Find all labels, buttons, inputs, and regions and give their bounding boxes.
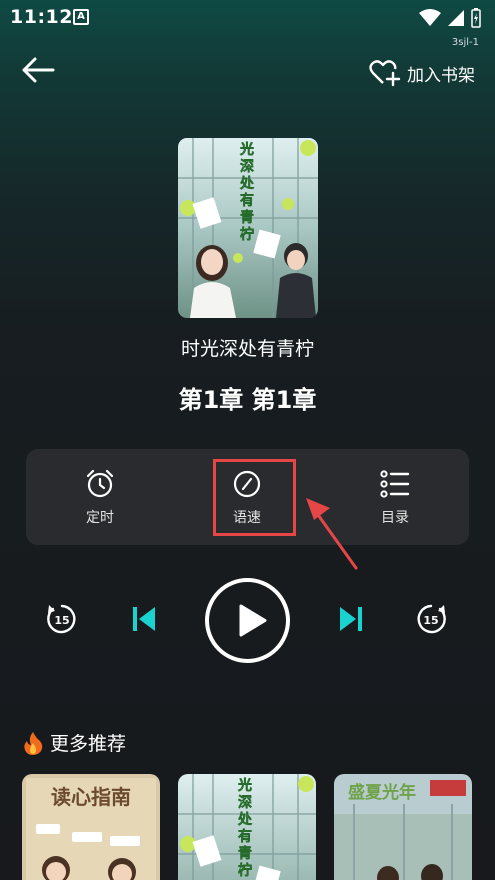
rewind-15-button[interactable]: 15 [45, 601, 79, 637]
add-to-shelf-label: 加入书架 [407, 65, 475, 86]
skip-next-icon [340, 607, 362, 631]
thumb2-title: 光深处有青柠 [238, 778, 253, 880]
back-button[interactable] [20, 54, 56, 86]
recommend-title: 更多推荐 [50, 733, 127, 755]
rewind-amount: 15 [54, 614, 69, 627]
recommend-header: 更多推荐 [22, 729, 126, 756]
arrow-left-icon [22, 57, 55, 83]
book-cover-3: 盛夏光年 [334, 774, 472, 880]
add-to-shelf-button[interactable]: 加入书架 [369, 58, 475, 88]
battery-icon [471, 8, 481, 28]
next-chapter-button[interactable] [338, 605, 364, 633]
chapter-title: 第1章 第1章 [178, 386, 317, 414]
speed-highlight-box [213, 459, 296, 536]
timer-button[interactable]: 定时 [40, 449, 160, 545]
play-icon [239, 604, 267, 637]
play-button[interactable] [205, 578, 290, 663]
book-cover-1: 读心指南 [22, 774, 160, 880]
thumb3-title: 盛夏光年 [348, 782, 416, 803]
fire-icon [24, 731, 43, 755]
cover-title-text: 光深处有青柠 [240, 142, 255, 244]
forward-15-button[interactable]: 15 [414, 601, 448, 637]
wifi-icon [419, 9, 441, 26]
recommend-book-1[interactable]: 读心指南 [22, 774, 160, 880]
annotation-arrow-icon [306, 498, 358, 570]
thumb1-title: 读心指南 [51, 785, 131, 809]
list-icon [380, 470, 410, 498]
notification-icon: A [73, 9, 89, 25]
carrier-label: 3sjl-1 [451, 37, 479, 48]
forward-15-icon: 15 [417, 604, 446, 634]
timer-label: 定时 [86, 510, 114, 526]
previous-chapter-button[interactable] [131, 605, 157, 633]
forward-amount: 15 [423, 614, 438, 627]
book-cover: 光深处有青柠 [178, 138, 318, 318]
toc-label: 目录 [381, 510, 409, 526]
signal-icon [448, 10, 464, 26]
alarm-clock-icon [86, 469, 114, 498]
recommend-book-2[interactable]: 光深处有青柠 [178, 774, 316, 880]
status-time: 11:12 [10, 6, 73, 28]
skip-previous-icon [133, 607, 155, 631]
recommend-book-3[interactable]: 盛夏光年 [334, 774, 472, 880]
heart-plus-icon [369, 60, 401, 87]
rewind-15-icon: 15 [47, 604, 76, 634]
book-title: 时光深处有青柠 [180, 338, 314, 360]
status-bar: 11:12 A [0, 0, 495, 34]
